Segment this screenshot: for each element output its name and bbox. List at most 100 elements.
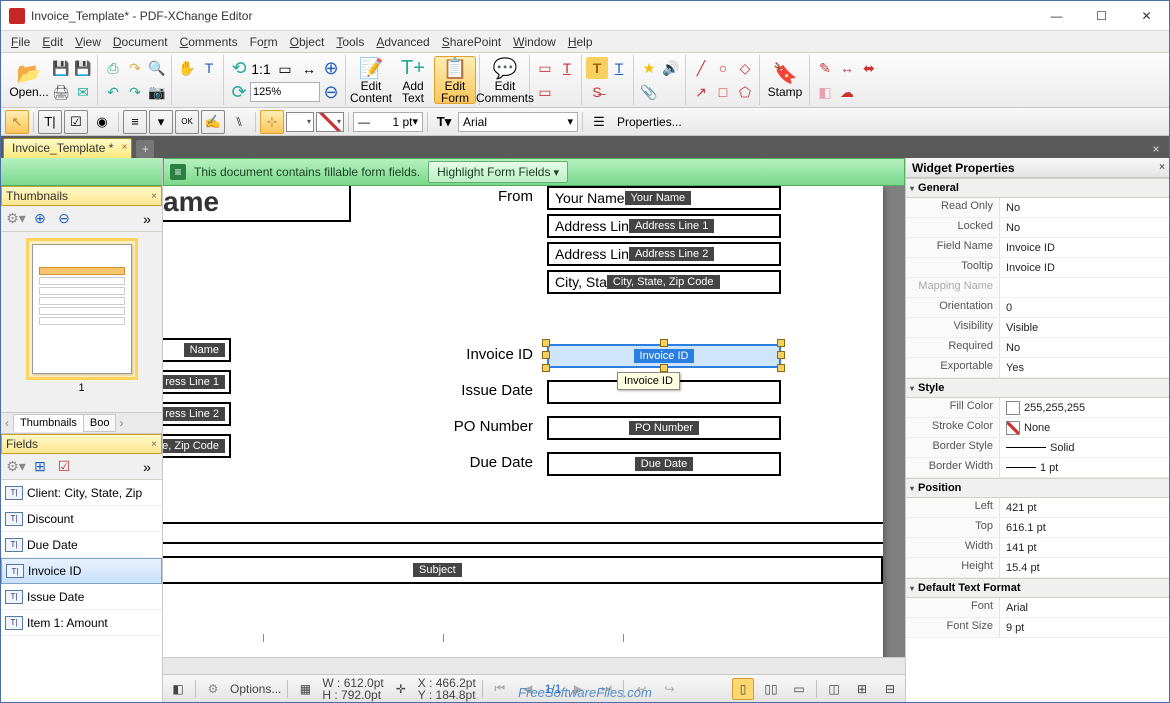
close-tab-icon[interactable]: ×: [122, 142, 128, 153]
prop-row[interactable]: Left421 pt: [906, 498, 1169, 518]
prop-row[interactable]: Stroke ColorNone: [906, 418, 1169, 438]
polyline-icon[interactable]: ◇: [734, 57, 756, 79]
select-rect-icon[interactable]: ▭: [534, 57, 556, 79]
stamp-button[interactable]: 🔖 Stamp: [764, 56, 806, 104]
prop-section[interactable]: General: [906, 178, 1169, 198]
eraser-icon[interactable]: ◧: [814, 81, 836, 103]
zoom-in-icon[interactable]: ⊕: [320, 57, 342, 79]
prop-row[interactable]: TooltipInvoice ID: [906, 258, 1169, 278]
prop-row[interactable]: Read OnlyNo: [906, 198, 1169, 218]
circle-icon[interactable]: ○: [712, 57, 734, 79]
form-field-fragment[interactable]: ress Line 1: [163, 370, 231, 394]
options-gear-icon[interactable]: ⚙: [202, 678, 224, 700]
menu-sharepoint[interactable]: SharePoint: [438, 33, 505, 51]
highlight-fields-button[interactable]: Highlight Form Fields ▾: [428, 161, 568, 183]
layout3-icon[interactable]: ⊟: [879, 678, 901, 700]
page-thumbnail[interactable]: [32, 244, 132, 374]
layout2-icon[interactable]: ⊞: [851, 678, 873, 700]
close-properties-icon[interactable]: ×: [1159, 162, 1165, 173]
pentagon-icon[interactable]: ⬠: [734, 81, 756, 103]
blank2-icon[interactable]: [198, 81, 220, 103]
attach-icon[interactable]: 📎: [638, 81, 660, 103]
first-page-icon[interactable]: ⏮: [489, 678, 511, 700]
prop-row[interactable]: ExportableYes: [906, 358, 1169, 378]
menu-object[interactable]: Object: [286, 33, 329, 51]
edit-content-button[interactable]: 📝 Edit Content: [350, 56, 392, 104]
undo-icon[interactable]: ↶: [102, 81, 124, 103]
prop-row[interactable]: Top616.1 pt: [906, 518, 1169, 538]
fields-check-icon[interactable]: ☑: [53, 456, 75, 478]
form-field-fragment[interactable]: ate, Zip Code: [163, 434, 231, 458]
form-field[interactable]: Due Date: [547, 452, 781, 476]
menu-advanced[interactable]: Advanced: [372, 33, 433, 51]
facing-icon[interactable]: ▭: [788, 678, 810, 700]
strikeout-icon[interactable]: S̶: [586, 81, 608, 103]
tab-prev-icon[interactable]: ‹: [1, 416, 13, 430]
position-icon[interactable]: ✛: [390, 678, 412, 700]
prop-row[interactable]: Fill Color255,255,255: [906, 398, 1169, 418]
close-button[interactable]: ✕: [1124, 1, 1169, 31]
text-field-icon[interactable]: T|: [38, 110, 62, 134]
snapshot-icon[interactable]: 📷: [146, 81, 168, 103]
page-viewport[interactable]: ame From Your NameYour NameAddress LinAd…: [163, 186, 905, 657]
highlight-text-icon[interactable]: T̲: [556, 57, 578, 79]
document-tab[interactable]: Invoice_Template * ×: [3, 138, 132, 158]
prop-row[interactable]: Border StyleSolid: [906, 438, 1169, 458]
rotate-ccw-icon[interactable]: ⟲: [228, 57, 250, 79]
sound-icon[interactable]: 🔊: [660, 57, 682, 79]
prop-row[interactable]: FontArial: [906, 598, 1169, 618]
form-field[interactable]: PO Number: [547, 416, 781, 440]
field-item[interactable]: T|Client: City, State, Zip: [1, 480, 162, 506]
prop-row[interactable]: Width141 pt: [906, 538, 1169, 558]
prop-section[interactable]: Style: [906, 378, 1169, 398]
dimensions-icon[interactable]: ▦: [294, 678, 316, 700]
button-field-icon[interactable]: OK: [175, 110, 199, 134]
square-icon[interactable]: □: [712, 81, 734, 103]
line-icon[interactable]: ╱: [690, 57, 712, 79]
line-weight-select[interactable]: — 1 pt ▾: [353, 112, 423, 132]
menu-help[interactable]: Help: [564, 33, 597, 51]
star-icon[interactable]: ★: [638, 57, 660, 79]
forward-icon[interactable]: ↪: [658, 678, 680, 700]
menu-file[interactable]: File: [7, 33, 34, 51]
fit-page-icon[interactable]: ▭: [274, 58, 296, 80]
callout-icon[interactable]: ⬌: [858, 57, 880, 79]
tab-bookmarks[interactable]: Boo: [83, 414, 117, 432]
prop-row[interactable]: Height15.4 pt: [906, 558, 1169, 578]
form-field-fragment[interactable]: ress Line 2: [163, 402, 231, 426]
snap-icon[interactable]: ⊹: [260, 110, 284, 134]
arrow-icon[interactable]: ↗: [690, 81, 712, 103]
tab-thumbnails[interactable]: Thumbnails: [13, 414, 84, 432]
redo-icon[interactable]: ↷: [124, 81, 146, 103]
blank-icon[interactable]: [176, 81, 198, 103]
prop-row[interactable]: Mapping Name: [906, 278, 1169, 298]
select-rect2-icon[interactable]: ▭: [534, 81, 556, 103]
prop-row[interactable]: Field NameInvoice ID: [906, 238, 1169, 258]
edit-comments-button[interactable]: 💬 Edit Comments: [484, 56, 526, 104]
menu-comments[interactable]: Comments: [176, 33, 242, 51]
field-item[interactable]: T|Due Date: [1, 532, 162, 558]
stroke-color-swatch[interactable]: [316, 112, 344, 132]
properties-icon[interactable]: ☰: [587, 110, 611, 134]
save-all-icon[interactable]: 💾: [72, 57, 94, 79]
menu-tools[interactable]: Tools: [332, 33, 368, 51]
fit-width-icon[interactable]: ↔: [298, 58, 320, 80]
thumb-zoom-in-icon[interactable]: ⊕: [29, 208, 51, 230]
radio-icon[interactable]: ◉: [90, 110, 114, 134]
layout1-icon[interactable]: ◫: [823, 678, 845, 700]
menu-document[interactable]: Document: [109, 33, 172, 51]
zoom-select[interactable]: [250, 82, 320, 102]
prop-row[interactable]: Orientation0: [906, 298, 1169, 318]
add-text-button[interactable]: T+ Add Text: [392, 56, 434, 104]
highlight-icon[interactable]: T: [586, 57, 608, 79]
blank4[interactable]: [608, 81, 630, 103]
select-text-icon[interactable]: T: [198, 57, 220, 79]
close-thumbnails-icon[interactable]: ×: [151, 191, 157, 202]
close-fields-icon[interactable]: ×: [151, 439, 157, 450]
prop-section[interactable]: Position: [906, 478, 1169, 498]
options-label[interactable]: Options...: [230, 682, 281, 696]
minimize-button[interactable]: —: [1034, 1, 1079, 31]
pencil-icon[interactable]: ✎: [814, 57, 836, 79]
menu-window[interactable]: Window: [509, 33, 560, 51]
field-item[interactable]: T|Discount: [1, 506, 162, 532]
